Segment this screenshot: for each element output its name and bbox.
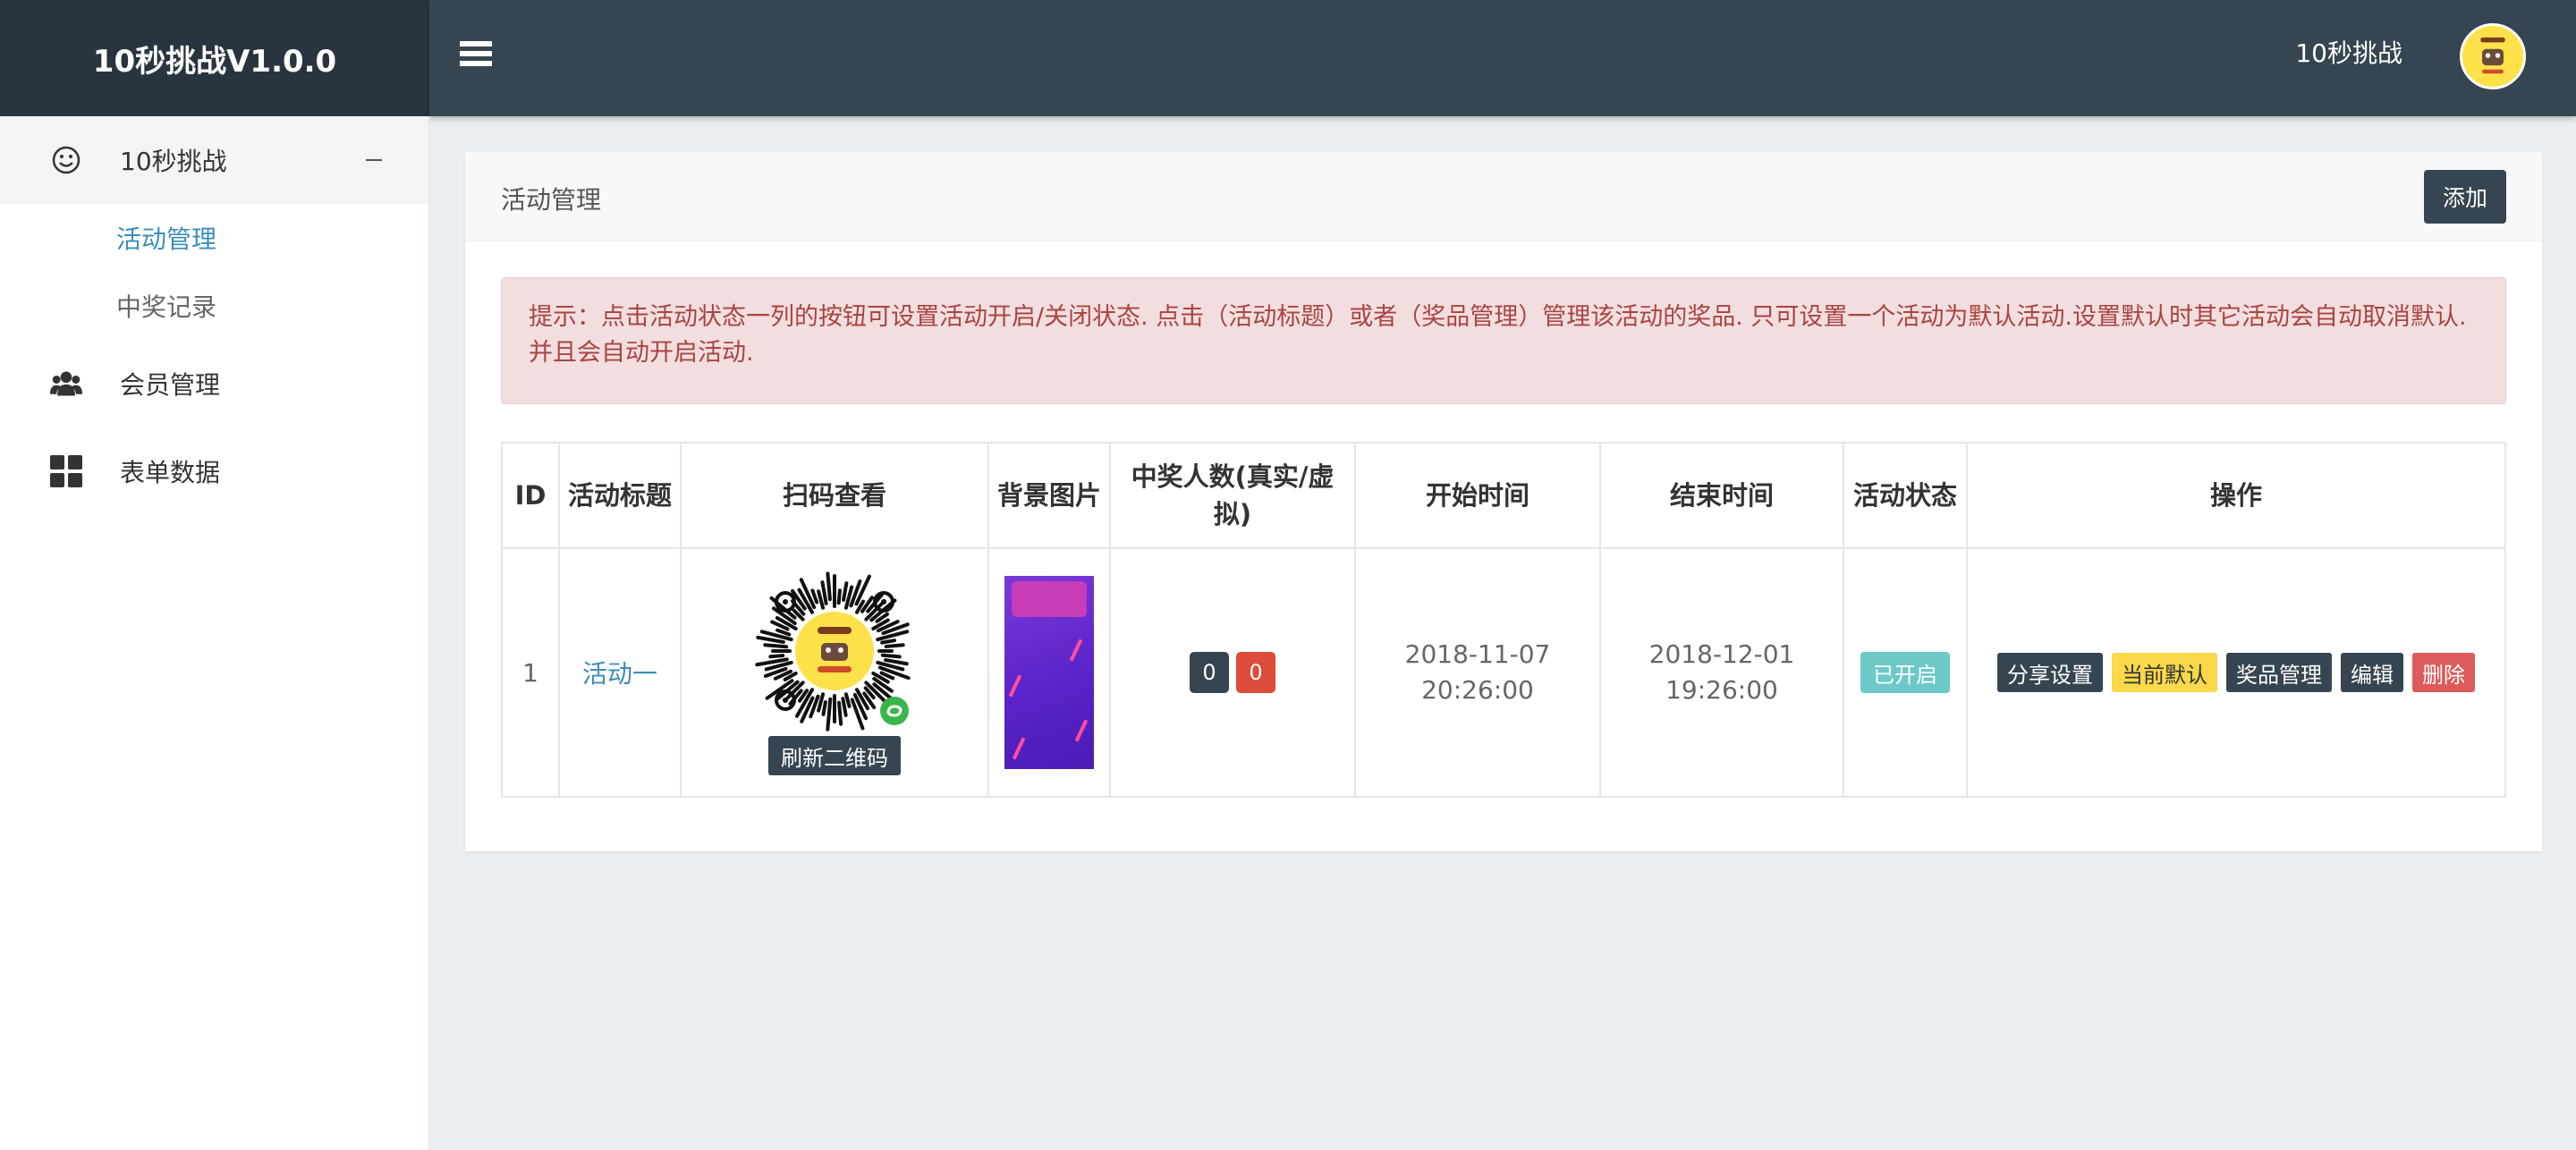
status-toggle-button[interactable]: 已开启 (1860, 652, 1950, 693)
end-date: 2018-12-01 (1648, 639, 1795, 669)
col-winners: 中奖人数(真实/虚拟) (1109, 442, 1356, 549)
delete-button[interactable]: 删除 (2412, 653, 2475, 692)
activity-table: ID 活动标题 扫码查看 背景图片 中奖人数(真实/虚拟) 开始时间 结束时间 … (501, 442, 2506, 798)
avatar-image (2462, 26, 2523, 87)
add-button[interactable]: 添加 (2424, 170, 2506, 224)
sidebar-item-form-data[interactable]: 表单数据 (0, 427, 428, 515)
mini-program-qrcode-icon (755, 571, 911, 731)
col-id: ID (501, 442, 560, 549)
sidebar-item-win-records[interactable]: 中奖记录 (0, 272, 428, 340)
row-end-time-cell: 2018-12-01 19:26:00 (1599, 547, 1844, 798)
collapse-minus-icon[interactable] (366, 159, 382, 161)
refresh-qrcode-button[interactable]: 刷新二维码 (768, 736, 901, 775)
sidebar-group-label: 10秒挑战 (120, 147, 227, 176)
activity-title-link[interactable]: 活动一 (582, 659, 657, 689)
header-user-name[interactable]: 10秒挑战 (2295, 36, 2402, 72)
end-clock: 19:26:00 (1665, 675, 1778, 705)
panel-header: 活动管理 添加 (465, 152, 2542, 241)
row-id: 1 (501, 547, 560, 798)
users-icon (50, 368, 82, 400)
col-start-time: 开始时间 (1354, 442, 1601, 549)
sidebar-item-members[interactable]: 会员管理 (0, 340, 428, 427)
table-header-row: ID 活动标题 扫码查看 背景图片 中奖人数(真实/虚拟) 开始时间 结束时间 … (501, 442, 2506, 549)
start-date: 2018-11-07 (1404, 639, 1551, 669)
col-title: 活动标题 (558, 442, 682, 549)
activity-panel: 活动管理 添加 提示：点击活动状态一列的按钮可设置活动开启/关闭状态. 点击（活… (465, 152, 2542, 851)
col-qrcode: 扫码查看 (680, 442, 989, 549)
prize-management-button[interactable]: 奖品管理 (2226, 653, 2332, 692)
start-clock: 20:26:00 (1421, 675, 1534, 705)
grid-icon (50, 455, 82, 487)
thumbnail-banner (1012, 581, 1087, 617)
col-end-time: 结束时间 (1599, 442, 1844, 549)
col-actions: 操作 (1966, 442, 2506, 549)
row-winners-cell: 0 0 (1109, 547, 1356, 798)
share-settings-button[interactable]: 分享设置 (1997, 653, 2103, 692)
sidebar-item-activity-management[interactable]: 活动管理 (0, 204, 428, 272)
row-actions-cell: 分享设置 当前默认 奖品管理 编辑 删除 (1966, 547, 2506, 798)
sidebar-group-10s-challenge[interactable]: 10秒挑战 (0, 116, 428, 204)
row-start-time-cell: 2018-11-07 20:26:00 (1354, 547, 1601, 798)
table-row: 1 活动一 刷新二维码 0 0 2018-11-07 20:26:00 2018… (501, 547, 2506, 798)
edit-button[interactable]: 编辑 (2341, 653, 2403, 692)
set-default-button[interactable]: 当前默认 (2112, 653, 2217, 692)
winners-virtual-badge: 0 (1236, 652, 1275, 693)
row-status-cell: 已开启 (1843, 547, 1968, 798)
top-navbar: 10秒挑战 (429, 0, 2576, 116)
row-qr-cell: 刷新二维码 (680, 547, 989, 798)
row-bg-image-cell (987, 547, 1111, 798)
app-brand: 10秒挑战V1.0.0 (0, 0, 429, 116)
smile-icon (50, 144, 82, 176)
sidebar-item-label: 表单数据 (120, 458, 221, 487)
winners-real-badge: 0 (1190, 652, 1229, 693)
panel-title: 活动管理 (501, 185, 602, 215)
col-bg-image: 背景图片 (987, 442, 1111, 549)
user-avatar[interactable] (2460, 23, 2526, 89)
sidebar-toggle-menu-icon[interactable] (456, 36, 497, 80)
hint-alert: 提示：点击活动状态一列的按钮可设置活动开启/关闭状态. 点击（活动标题）或者（奖… (501, 277, 2506, 404)
col-status: 活动状态 (1843, 442, 1968, 549)
sidebar: 10秒挑战 活动管理 中奖记录 会员管理 表单数据 (0, 116, 429, 1150)
row-title-cell: 活动一 (558, 547, 682, 798)
sidebar-item-label: 会员管理 (120, 370, 221, 400)
background-image-thumbnail[interactable] (1004, 576, 1094, 769)
